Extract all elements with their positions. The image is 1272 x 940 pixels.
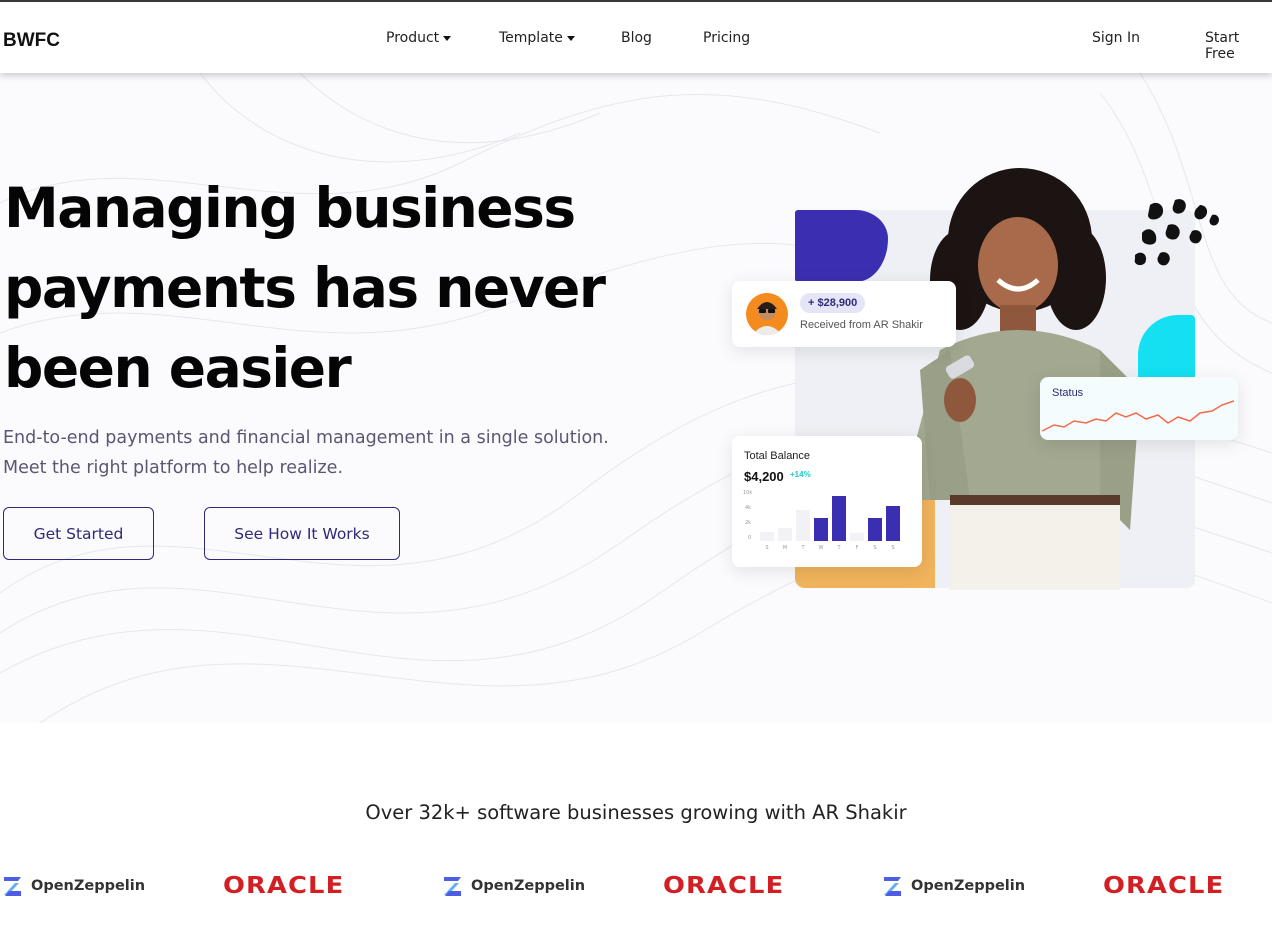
hero-illustration: + $28,900 Received from AR Shakir Status…: [720, 150, 1260, 620]
person-avatar-icon: [752, 302, 782, 335]
customers-heading: Over 32k+ software businesses growing wi…: [365, 801, 907, 824]
chart-tick-label: 0: [748, 535, 751, 541]
openzeppelin-name: OpenZeppelin: [471, 878, 586, 894]
brand-logo[interactable]: BWFC: [3, 30, 60, 52]
nav-product-dropdown[interactable]: Product: [386, 30, 452, 46]
oracle-name: ORACLE: [663, 873, 785, 899]
sign-in-link[interactable]: Sign In: [1092, 30, 1140, 46]
openzeppelin-name: OpenZeppelin: [911, 878, 1026, 894]
balance-value: $4,200: [744, 469, 784, 484]
hero-headline: Managing business payments has never bee…: [4, 168, 644, 408]
balance-delta: +14%: [790, 470, 811, 479]
chart-bar: [778, 528, 792, 541]
openzeppelin-logo: OpenZeppelin: [883, 872, 1025, 900]
chart-day-label: T: [800, 545, 805, 551]
nav-product-label: Product: [386, 30, 440, 46]
chart-bar: [850, 533, 864, 541]
woman-with-phone-image: [900, 168, 1140, 590]
avatar: [746, 293, 788, 335]
oracle-name: ORACLE: [223, 873, 345, 899]
openzeppelin-name: OpenZeppelin: [31, 878, 146, 894]
chart-bar: [886, 506, 900, 541]
see-how-it-works-button[interactable]: See How It Works: [204, 507, 400, 560]
status-card: Status: [1040, 377, 1238, 440]
headline-line-1: Managing business: [4, 176, 576, 240]
chart-tick-label: 2k: [745, 520, 751, 526]
openzeppelin-logo-icon: [884, 877, 901, 896]
nav-template-label: Template: [499, 30, 563, 46]
caret-down-icon: [443, 36, 452, 41]
received-amount-badge: + $28,900: [800, 293, 866, 313]
hero-subtext: End-to-end payments and financial manage…: [3, 428, 609, 478]
caret-down-icon: [566, 36, 575, 41]
oracle-logo: ORACLE: [1103, 872, 1223, 900]
openzeppelin-logo: OpenZeppelin: [443, 872, 585, 900]
nav-blog-link[interactable]: Blog: [621, 30, 652, 46]
navbar: BWFC Product Template Blog Pricing Sign …: [0, 2, 1272, 73]
balance-title: Total Balance: [744, 450, 811, 462]
status-trend-line: [1041, 400, 1235, 432]
chart-tick-label: 4k: [745, 505, 751, 511]
headline-line-3: been easier: [4, 336, 352, 400]
nav-template-dropdown[interactable]: Template: [499, 30, 575, 46]
received-from-text: Received from AR Shakir: [800, 319, 923, 331]
chart-bar: [796, 510, 810, 541]
get-started-button[interactable]: Get Started: [3, 507, 154, 560]
chart-bar: [814, 518, 828, 541]
total-balance-card: Total Balance $4,200 +14% 10k 4k 2k 0 S: [732, 436, 922, 567]
openzeppelin-logo: OpenZeppelin: [3, 872, 145, 900]
chart-day-label: S: [873, 545, 876, 551]
chart-bar: [760, 532, 774, 541]
chart-bar: [868, 518, 882, 541]
chart-tick-label: 10k: [743, 490, 752, 496]
oracle-logo: ORACLE: [223, 872, 343, 900]
openzeppelin-logo-icon: [4, 877, 21, 896]
oracle-logo: ORACLE: [663, 872, 783, 900]
balance-bar-chart: 10k 4k 2k 0 S M T W T F S S: [743, 490, 900, 551]
chart-day-label: F: [856, 545, 859, 551]
oracle-name: ORACLE: [1103, 873, 1225, 899]
headline-line-2: payments has never: [4, 256, 606, 320]
received-payment-card: + $28,900 Received from AR Shakir: [732, 281, 956, 347]
nav-pricing-link[interactable]: Pricing: [703, 30, 750, 46]
chart-day-label: M: [783, 545, 787, 551]
chart-day-label: T: [836, 545, 841, 551]
start-free-link[interactable]: Start Free: [1205, 30, 1272, 62]
navy-shape: [795, 210, 888, 282]
chart-day-label: S: [765, 545, 768, 551]
openzeppelin-logo-icon: [444, 877, 461, 896]
chart-bar: [832, 496, 846, 541]
chart-day-label: S: [891, 545, 894, 551]
chart-day-label: W: [819, 545, 824, 551]
